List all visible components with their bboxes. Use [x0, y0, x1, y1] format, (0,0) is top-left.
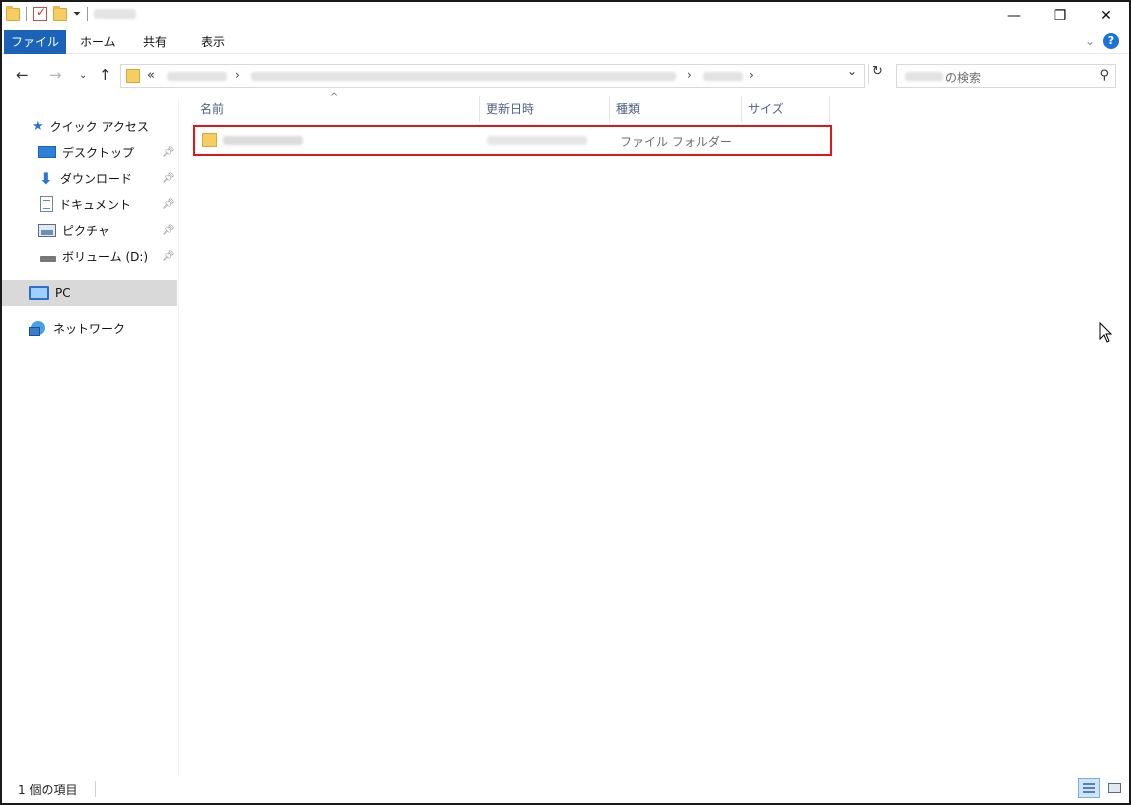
breadcrumb-separator[interactable]: › [687, 68, 692, 82]
nav-item-pc[interactable]: PC [2, 280, 177, 306]
nav-label: ボリューム (D:) [62, 249, 149, 264]
title-bar: ⏷ — ❐ ✕ [2, 2, 1129, 30]
search-icon[interactable]: ⚲ [1099, 68, 1109, 83]
file-name-redacted [223, 136, 303, 145]
back-arrow-icon[interactable]: ← [16, 66, 29, 84]
pin-icon[interactable]: 📌︎ [162, 251, 175, 262]
column-header-modified[interactable]: 更新日時 [480, 96, 610, 122]
properties-icon[interactable] [33, 5, 47, 21]
breadcrumb-redacted[interactable] [703, 72, 743, 81]
quick-access-toolbar: ⏷ [6, 5, 136, 21]
divider [95, 781, 96, 797]
details-view-icon [1083, 783, 1095, 793]
search-placeholder: の検索 [945, 71, 982, 85]
computer-icon [29, 286, 49, 300]
navigation-pane: ★ クイック アクセス デスクトップ 📌︎ ⬇ ダウンロード 📌︎ ドキュメント… [2, 98, 179, 778]
nav-label: デスクトップ [62, 145, 135, 160]
explorer-window: ⏷ — ❐ ✕ ファイル ホーム 共有 表示 ⌄ ? ← → ⌄ ↑ « › [0, 0, 1131, 805]
nav-label: ドキュメント [59, 197, 132, 212]
column-header-name[interactable]: 名前 [194, 96, 480, 122]
nav-item-network[interactable]: ネットワーク [2, 315, 177, 341]
expand-ribbon-icon[interactable]: ⌄ [1085, 34, 1095, 48]
breadcrumb-redacted[interactable] [251, 72, 676, 81]
tab-file[interactable]: ファイル [4, 30, 66, 54]
minimize-button[interactable]: — [991, 2, 1037, 30]
folder-icon[interactable] [6, 5, 20, 21]
divider [87, 7, 88, 21]
folder-icon [202, 133, 217, 147]
address-overflow[interactable]: « [147, 68, 155, 83]
nav-label: クイック アクセス [49, 119, 149, 134]
nav-label: PC [55, 286, 71, 300]
mouse-cursor-icon [1099, 322, 1113, 343]
pin-icon[interactable]: 📌︎ [162, 147, 175, 158]
tab-view[interactable]: 表示 [191, 30, 235, 54]
nav-item-volume-d[interactable]: ボリューム (D:) 📌︎ [2, 243, 177, 269]
pin-icon[interactable]: 📌︎ [162, 199, 175, 210]
breadcrumb-separator[interactable]: › [749, 68, 754, 82]
file-type: ファイル フォルダー [620, 135, 732, 149]
customize-toolbar-icon[interactable]: ⏷ [73, 9, 81, 20]
tab-share[interactable]: 共有 [133, 30, 177, 54]
divider [26, 7, 27, 21]
file-list: ^ 名前 更新日時 種類 サイズ ファイル フォルダー [180, 92, 1120, 778]
nav-item-downloads[interactable]: ⬇ ダウンロード 📌︎ [2, 165, 177, 191]
pin-icon[interactable]: 📌︎ [162, 225, 175, 236]
document-icon [40, 196, 53, 212]
search-box[interactable]: の検索 ⚲ [896, 64, 1116, 88]
up-arrow-icon[interactable]: ↑ [99, 66, 112, 84]
nav-item-pictures[interactable]: ピクチャ 📌︎ [2, 217, 177, 243]
details-view-button[interactable] [1078, 778, 1100, 798]
column-header-type[interactable]: 種類 [610, 96, 742, 122]
window-controls: — ❐ ✕ [991, 2, 1129, 30]
large-icons-view-button[interactable] [1103, 778, 1125, 798]
tab-home[interactable]: ホーム [70, 30, 126, 54]
restore-button[interactable]: ❐ [1037, 2, 1083, 30]
breadcrumb-redacted[interactable] [167, 72, 227, 81]
window-title-redacted [94, 9, 136, 19]
desktop-icon [38, 146, 56, 158]
breadcrumb-separator[interactable]: › [235, 68, 240, 82]
forward-arrow-icon[interactable]: → [49, 66, 62, 84]
download-arrow-icon: ⬇ [39, 168, 53, 188]
network-icon [29, 321, 47, 336]
column-header-size[interactable]: サイズ [742, 96, 830, 122]
nav-label: ネットワーク [53, 321, 126, 336]
star-icon: ★ [32, 118, 44, 134]
status-bar: 1 個の項目 [2, 775, 1129, 803]
nav-label: ピクチャ [62, 223, 110, 238]
nav-item-desktop[interactable]: デスクトップ 📌︎ [2, 139, 177, 165]
navigation-bar: ← → ⌄ ↑ « › › › の検索 ⚲ [2, 60, 1129, 92]
address-bar[interactable]: « › › › [120, 64, 865, 88]
ribbon-tabs: ファイル ホーム 共有 表示 ⌄ ? [2, 30, 1129, 54]
search-location-redacted [905, 72, 943, 81]
list-item[interactable]: ファイル フォルダー [193, 125, 832, 156]
help-icon[interactable]: ? [1103, 33, 1119, 49]
drive-icon [40, 256, 56, 262]
refresh-icon[interactable]: ↻ [868, 64, 886, 84]
new-folder-icon[interactable] [53, 5, 67, 21]
address-dropdown-icon[interactable]: ⌄ [847, 64, 857, 78]
pictures-icon [38, 223, 56, 237]
close-button[interactable]: ✕ [1083, 2, 1129, 30]
folder-icon [126, 69, 140, 83]
item-count: 1 個の項目 [18, 783, 78, 797]
nav-item-documents[interactable]: ドキュメント 📌︎ [2, 191, 177, 217]
modified-date-redacted [487, 136, 587, 145]
recent-locations-icon[interactable]: ⌄ [79, 70, 87, 81]
large-icons-view-icon [1108, 783, 1121, 793]
ribbon-right: ⌄ ? [1085, 33, 1119, 49]
nav-label: ダウンロード [60, 171, 133, 186]
pin-icon[interactable]: 📌︎ [162, 173, 175, 184]
